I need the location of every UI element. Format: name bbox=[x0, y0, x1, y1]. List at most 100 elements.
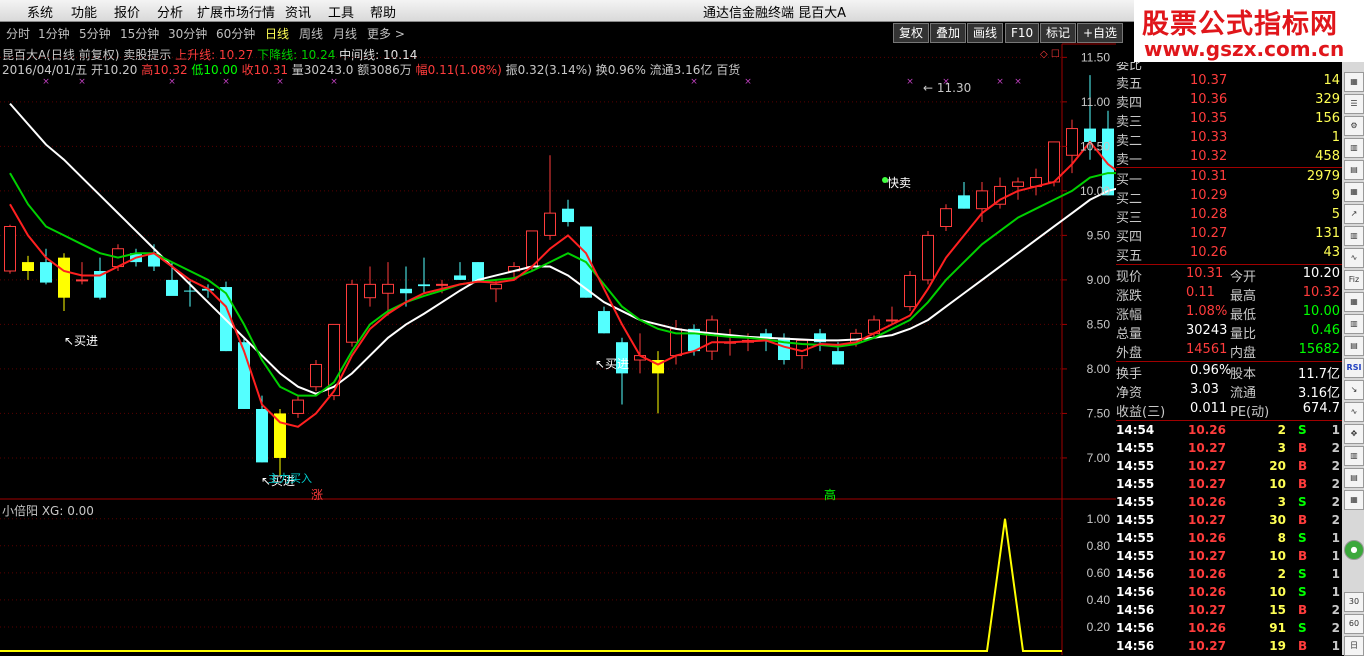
trade-count: 1 bbox=[1331, 549, 1340, 563]
trade-volume: 2 bbox=[1277, 567, 1286, 581]
divider bbox=[1116, 420, 1342, 421]
stat-row[interactable]: 涨幅 1.08% 最低 10.00 bbox=[1116, 303, 1342, 323]
line-icon[interactable]: ∿ bbox=[1344, 248, 1364, 268]
candle-body bbox=[958, 195, 970, 209]
gear-icon[interactable]: ⚙ bbox=[1344, 116, 1364, 136]
bars6-icon[interactable]: ▦ bbox=[1344, 490, 1364, 510]
ask-row[interactable]: 卖一 10.32 458 bbox=[1116, 148, 1342, 168]
price-tick-label: 10.00 bbox=[1080, 184, 1110, 198]
candle-body bbox=[904, 274, 916, 308]
ask-label: 卖四 bbox=[1116, 96, 1143, 111]
period-day-button[interactable]: 日 bbox=[1344, 636, 1364, 656]
stat-value: 15682 bbox=[1298, 342, 1340, 357]
period-60-button[interactable]: 60 bbox=[1344, 614, 1364, 634]
trade-row[interactable]: 14:55 10.27 30 B 2 bbox=[1116, 512, 1342, 530]
ask-row[interactable]: 卖三 10.35 156 bbox=[1116, 110, 1342, 130]
kline-chart[interactable]: 11.50 11.00 10.50 10.00 9.50 9.00 8.50 8.00 7.50… bbox=[0, 0, 1116, 655]
ask-row[interactable]: 卖四 10.36 329 bbox=[1116, 91, 1342, 111]
circle-icon[interactable]: ● bbox=[1344, 540, 1364, 560]
bid-row[interactable]: 买三 10.28 5 bbox=[1116, 206, 1342, 226]
fiz-button[interactable]: Fiz bbox=[1344, 270, 1364, 290]
fund-label: 流通 bbox=[1230, 386, 1257, 401]
wave-icon[interactable]: ∿ bbox=[1344, 402, 1364, 422]
fund-label: 收益(三) bbox=[1116, 405, 1166, 420]
trade-row[interactable]: 14:55 10.27 20 B 2 bbox=[1116, 458, 1342, 476]
order-ratio-label: 委比 bbox=[1116, 62, 1143, 72]
trade-price: 10.27 bbox=[1188, 549, 1226, 563]
list-icon[interactable]: ☰ bbox=[1344, 94, 1364, 114]
sub-tick-label: 0.40 bbox=[1087, 593, 1111, 607]
trade-row[interactable]: 14:56 10.26 91 S 2 bbox=[1116, 620, 1342, 638]
candle-icon[interactable]: ▤ bbox=[1344, 160, 1364, 180]
trade-count: 2 bbox=[1331, 603, 1340, 617]
trend2-icon[interactable]: ↘ bbox=[1344, 380, 1364, 400]
trade-row[interactable]: 14:55 10.27 10 B 1 bbox=[1116, 548, 1342, 566]
trade-row[interactable]: 14:55 10.26 8 S 1 bbox=[1116, 530, 1342, 548]
grid-icon[interactable]: ▦ bbox=[1344, 182, 1364, 202]
trend-icon[interactable]: ↗ bbox=[1344, 204, 1364, 224]
trade-time: 14:55 bbox=[1116, 441, 1155, 455]
bid-row[interactable]: 买一 10.31 2979 bbox=[1116, 168, 1342, 188]
period-30-button[interactable]: 30 bbox=[1344, 592, 1364, 612]
stat-label: 现价 bbox=[1116, 270, 1143, 285]
ask-price: 10.35 bbox=[1190, 111, 1228, 126]
trade-row[interactable]: 14:55 10.26 3 S 2 bbox=[1116, 494, 1342, 512]
bars-icon[interactable]: ▥ bbox=[1344, 138, 1364, 158]
trade-count: 1 bbox=[1331, 585, 1340, 599]
stat-row[interactable]: 现价 10.31 今开 10.20 bbox=[1116, 265, 1342, 285]
fundamental-row[interactable]: 净资 3.03 流通 3.16亿 bbox=[1116, 381, 1342, 401]
xg-subpanel: 1.00 0.80 0.60 0.40 0.20 bbox=[0, 512, 1111, 652]
trade-price: 10.27 bbox=[1188, 441, 1226, 455]
bars5-icon[interactable]: ▤ bbox=[1344, 468, 1364, 488]
trade-row[interactable]: 14:56 10.26 10 S 1 bbox=[1116, 584, 1342, 602]
indicator-lines bbox=[9, 102, 1116, 428]
stats-icon[interactable]: ▤ bbox=[1344, 336, 1364, 356]
marker-x: × bbox=[996, 77, 1004, 87]
divider bbox=[1116, 167, 1342, 168]
rsi-button[interactable]: RSI bbox=[1344, 358, 1364, 378]
trade-price: 10.27 bbox=[1188, 477, 1226, 491]
chart-icon[interactable]: ▦ bbox=[1344, 72, 1364, 92]
trade-time: 14:55 bbox=[1116, 549, 1155, 563]
trade-side: S bbox=[1298, 423, 1307, 437]
trade-count: 1 bbox=[1331, 531, 1340, 545]
high-price-label: ← 11.30 bbox=[923, 81, 972, 95]
bid-row[interactable]: 买四 10.27 131 bbox=[1116, 225, 1342, 245]
candle-body bbox=[274, 413, 286, 458]
stat-label: 最低 bbox=[1230, 308, 1257, 323]
trade-count: 2 bbox=[1331, 513, 1340, 527]
trade-count: 2 bbox=[1331, 621, 1340, 635]
site-logo: 股票公式指标网 www.gszx.com.cn bbox=[1134, 0, 1364, 62]
trade-row[interactable]: 14:55 10.27 3 B 2 bbox=[1116, 440, 1342, 458]
trade-row[interactable]: 14:55 10.27 10 B 2 bbox=[1116, 476, 1342, 494]
stat-value: 30243 bbox=[1186, 323, 1228, 338]
stat-row[interactable]: 涨跌 0.11 最高 10.32 bbox=[1116, 284, 1342, 304]
stat-label: 涨幅 bbox=[1116, 308, 1143, 323]
ask-price: 10.37 bbox=[1190, 73, 1228, 88]
ask-label: 卖一 bbox=[1116, 153, 1143, 168]
bars4-icon[interactable]: ▥ bbox=[1344, 446, 1364, 466]
fundamental-row[interactable]: 换手 0.96% 股本 11.7亿 bbox=[1116, 362, 1342, 382]
trade-volume: 19 bbox=[1269, 639, 1286, 653]
bars2-icon[interactable]: ▥ bbox=[1344, 226, 1364, 246]
stat-row[interactable]: 总量 30243 量比 0.46 bbox=[1116, 322, 1342, 342]
fund-label: 股本 bbox=[1230, 367, 1257, 382]
trade-row[interactable]: 14:56 10.27 15 B 2 bbox=[1116, 602, 1342, 620]
bid-row[interactable]: 买二 10.29 9 bbox=[1116, 187, 1342, 207]
fundamental-row[interactable]: 收益(三) 0.011 PE(动) 674.7 bbox=[1116, 400, 1342, 420]
crosshair-icon[interactable]: ✥ bbox=[1344, 424, 1364, 444]
trade-row[interactable]: 14:54 10.26 2 S 1 bbox=[1116, 422, 1342, 440]
chart2-icon[interactable]: ▦ bbox=[1344, 292, 1364, 312]
stat-row[interactable]: 外盘 14561 内盘 15682 bbox=[1116, 341, 1342, 361]
trade-time: 14:54 bbox=[1116, 423, 1155, 437]
trade-side: S bbox=[1298, 621, 1307, 635]
price-tick-label: 11.50 bbox=[1081, 50, 1110, 64]
trade-row[interactable]: 14:56 10.26 2 S 1 bbox=[1116, 566, 1342, 584]
candle-body bbox=[4, 225, 16, 272]
trade-row[interactable]: 14:56 10.27 19 B 1 bbox=[1116, 638, 1342, 656]
ask-row[interactable]: 卖二 10.33 1 bbox=[1116, 129, 1342, 149]
bid-row[interactable]: 买五 10.26 43 bbox=[1116, 244, 1342, 264]
ask-row[interactable]: 卖五 10.37 14 bbox=[1116, 72, 1342, 92]
bars3-icon[interactable]: ▥ bbox=[1344, 314, 1364, 334]
chart-grid bbox=[0, 43, 1116, 655]
